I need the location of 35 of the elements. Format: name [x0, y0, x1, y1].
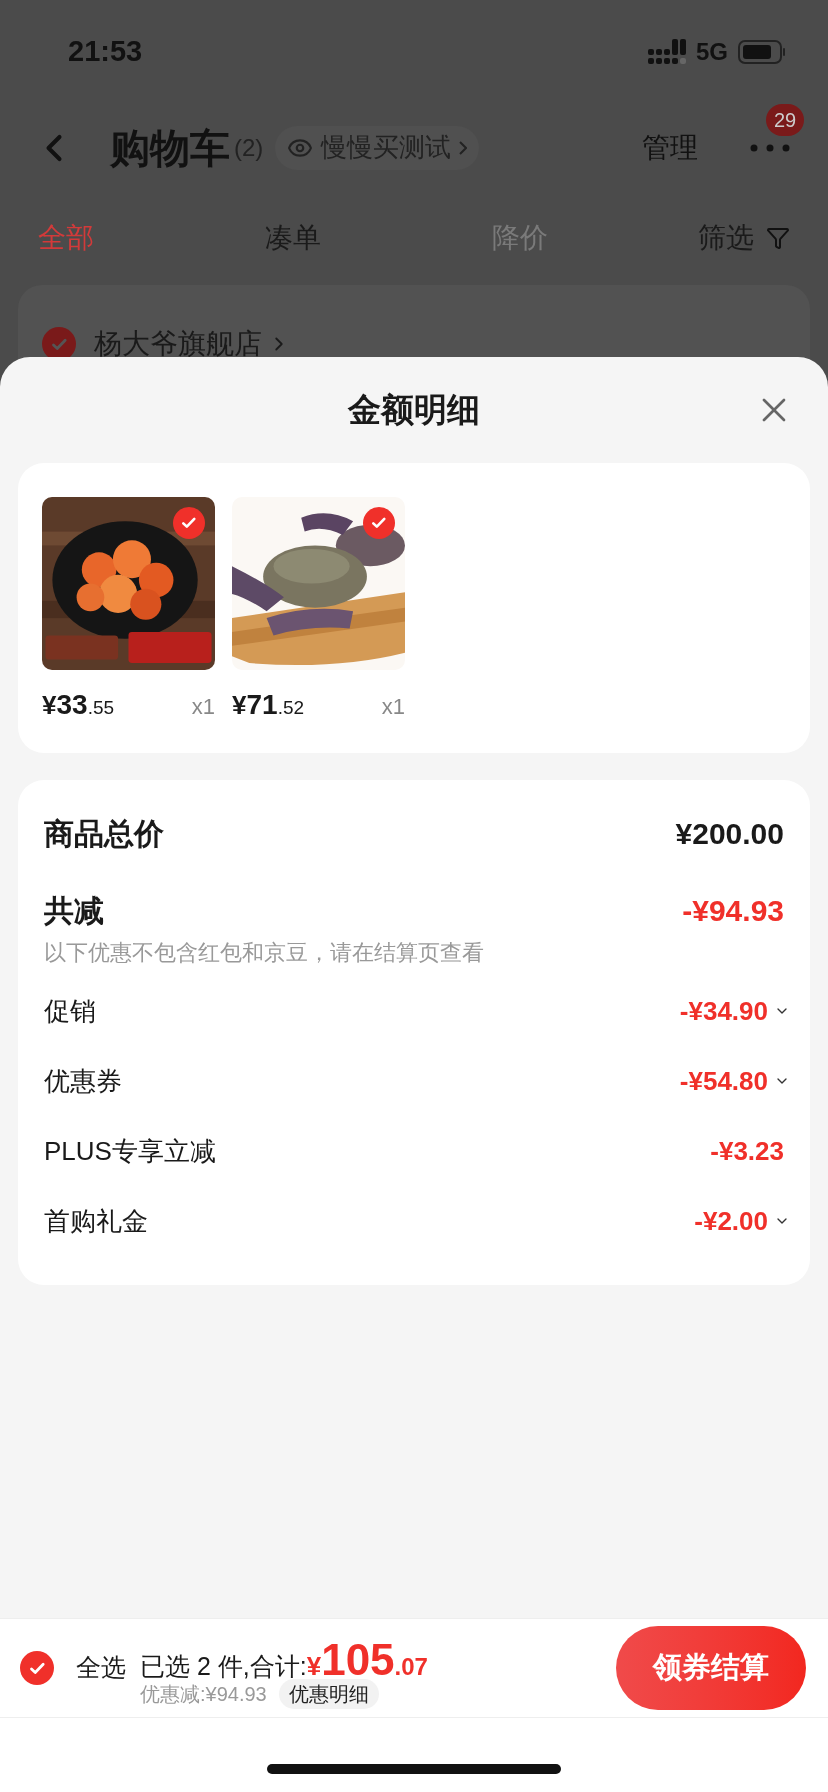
page-title: 购物车 [110, 124, 230, 172]
select-all-label[interactable]: 全选 [76, 1649, 126, 1687]
store-name[interactable]: 杨大爷旗舰店 [94, 327, 262, 361]
checkout-button[interactable]: 领券结算 [616, 1626, 806, 1710]
item-quantity: x1 [381, 693, 405, 721]
discount-summary: 优惠减:¥94.93 [140, 1682, 267, 1707]
checkbox[interactable] [20, 1651, 54, 1685]
total-label: 商品总价 [44, 815, 164, 852]
item-price: ¥71.52 [232, 688, 305, 722]
manage-button[interactable]: 管理 [642, 126, 698, 169]
status-time: 21:53 [68, 34, 143, 70]
notification-badge: 29 [766, 103, 805, 136]
chevron-icon [459, 140, 468, 155]
reduction-label: 共减 [44, 892, 104, 929]
discount-value: -¥3.23 [710, 1134, 784, 1168]
discount-label: PLUS专享立减 [44, 1134, 216, 1168]
total-value: ¥200.00 [675, 815, 784, 852]
discount-value: -¥54.80 [679, 1064, 768, 1098]
item-quantity: x1 [191, 693, 215, 721]
details-button[interactable]: 优惠明细 [278, 1679, 379, 1709]
sheet-title: 金额明细 [348, 390, 480, 431]
discount-value: -¥34.90 [679, 994, 768, 1028]
item-price: ¥33.55 [42, 688, 115, 722]
discount-label: 促销 [44, 994, 96, 1028]
reduction-note: 以下优惠不包含红包和京豆，请在结算页查看 [44, 939, 485, 967]
filter-icon [766, 225, 790, 250]
tab[interactable]: 全部 [38, 216, 94, 259]
discount-label: 首购礼金 [44, 1204, 148, 1238]
battery-icon [738, 40, 786, 64]
network-label: 5G [696, 37, 728, 67]
selected-summary: 已选 2 件,合计: [140, 1651, 307, 1682]
reduction-value: -¥94.93 [682, 892, 784, 929]
discount-label: 优惠券 [44, 1064, 122, 1098]
discount-value: -¥2.00 [694, 1204, 768, 1238]
signal-icon [648, 39, 686, 65]
